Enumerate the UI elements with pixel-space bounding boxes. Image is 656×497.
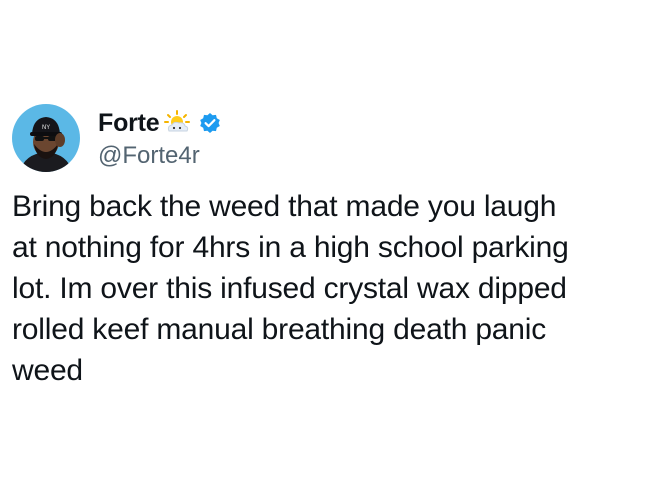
tweet-card: NY Forte @Forte4r Bring back the weed th…: [0, 0, 656, 497]
name-row: Forte: [98, 106, 221, 140]
avatar[interactable]: NY: [12, 104, 80, 172]
svg-text:NY: NY: [42, 124, 50, 131]
sun-behind-cloud-icon: [163, 109, 191, 137]
author-names: Forte @Forte4r: [98, 106, 221, 170]
avatar-icon: NY: [12, 104, 80, 172]
tweet-header: NY Forte @Forte4r: [12, 103, 221, 173]
handle[interactable]: @Forte4r: [98, 142, 221, 170]
verified-badge-icon: [199, 112, 221, 134]
tweet-text: Bring back the weed that made you laugh …: [12, 190, 569, 387]
display-name[interactable]: Forte: [98, 109, 160, 138]
